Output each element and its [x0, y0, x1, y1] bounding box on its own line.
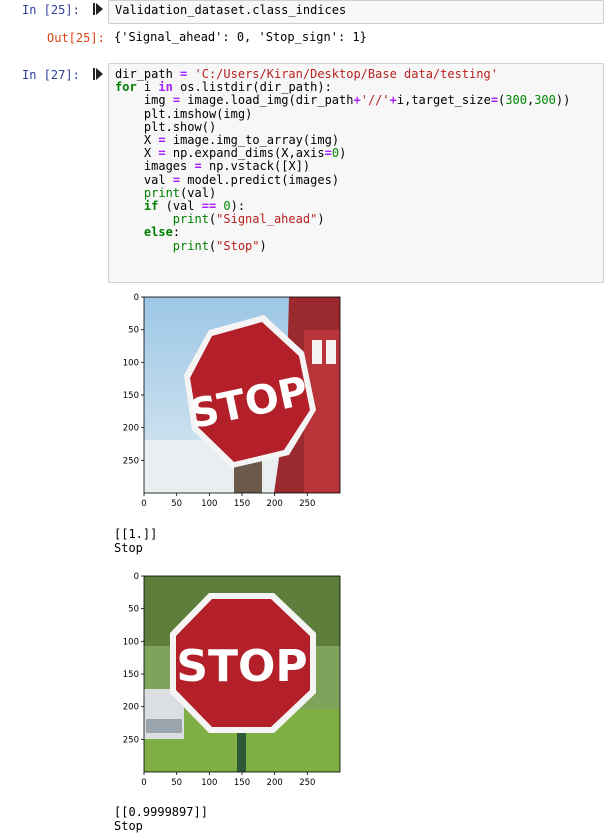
code-line: Validation_dataset.class_indices: [115, 3, 347, 17]
x-tick-label: 50: [171, 778, 182, 788]
print-value: [[0.9999897]]: [114, 805, 208, 819]
y-tick-label: 100: [123, 637, 139, 647]
code-line: print("Stop"): [172, 238, 267, 253]
code-line: print("Signal_ahead"): [172, 212, 325, 227]
x-tick-label: 100: [201, 778, 217, 788]
in-prompt-25: In [25]:: [22, 3, 80, 17]
image-plot-2: STOP 0 50 100 150 200 250 0 50 100 150 200 250: [123, 572, 341, 788]
print-value: [[1.]]: [114, 527, 158, 541]
run-cell-icon[interactable]: [93, 3, 103, 15]
stop-sign-photo-2: STOP: [144, 576, 340, 772]
image-plot-1: STOP 0 50 100 150 200 250 0 50 100 150 200 250: [123, 293, 341, 509]
y-tick-label: 200: [123, 424, 139, 434]
y-tick-label: 250: [123, 735, 139, 745]
y-tick-label: 100: [123, 358, 139, 368]
in-prompt-27: In [27]:: [22, 68, 80, 82]
y-tick-label: 50: [128, 326, 139, 336]
x-tick-label: 0: [141, 778, 146, 788]
x-tick-label: 50: [171, 499, 182, 509]
x-tick-label: 200: [267, 778, 283, 788]
y-tick-label: 150: [123, 670, 139, 680]
code-cell-27[interactable]: dir_path = 'C:/Users/Kiran/Desktop/Base …: [108, 63, 604, 283]
x-tick-label: 150: [234, 499, 250, 509]
x-tick-label: 200: [267, 499, 283, 509]
code-cell-25[interactable]: Validation_dataset.class_indices: [108, 0, 604, 24]
out-prompt-25: Out[25]:: [47, 31, 105, 45]
x-tick-label: 250: [299, 499, 315, 509]
x-tick-label: 250: [299, 778, 315, 788]
x-tick-label: 0: [141, 499, 146, 509]
x-tick-label: 150: [234, 778, 250, 788]
y-tick-label: 0: [134, 293, 139, 303]
sign-text: STOP: [176, 641, 307, 692]
print-label: Stop: [114, 819, 143, 833]
run-cell-icon[interactable]: [93, 68, 103, 80]
y-tick-label: 50: [128, 605, 139, 615]
code-editor: dir_path = 'C:/Users/Kiran/Desktop/Base …: [115, 67, 570, 253]
y-tick-label: 200: [123, 703, 139, 713]
y-tick-label: 250: [123, 456, 139, 466]
y-tick-label: 150: [123, 391, 139, 401]
y-tick-label: 0: [134, 572, 139, 582]
stop-sign-photo-1: STOP: [144, 297, 340, 493]
print-label: Stop: [114, 541, 143, 555]
cell-output-text: {'Signal_ahead': 0, 'Stop_sign': 1}: [114, 30, 367, 44]
x-tick-label: 100: [201, 499, 217, 509]
